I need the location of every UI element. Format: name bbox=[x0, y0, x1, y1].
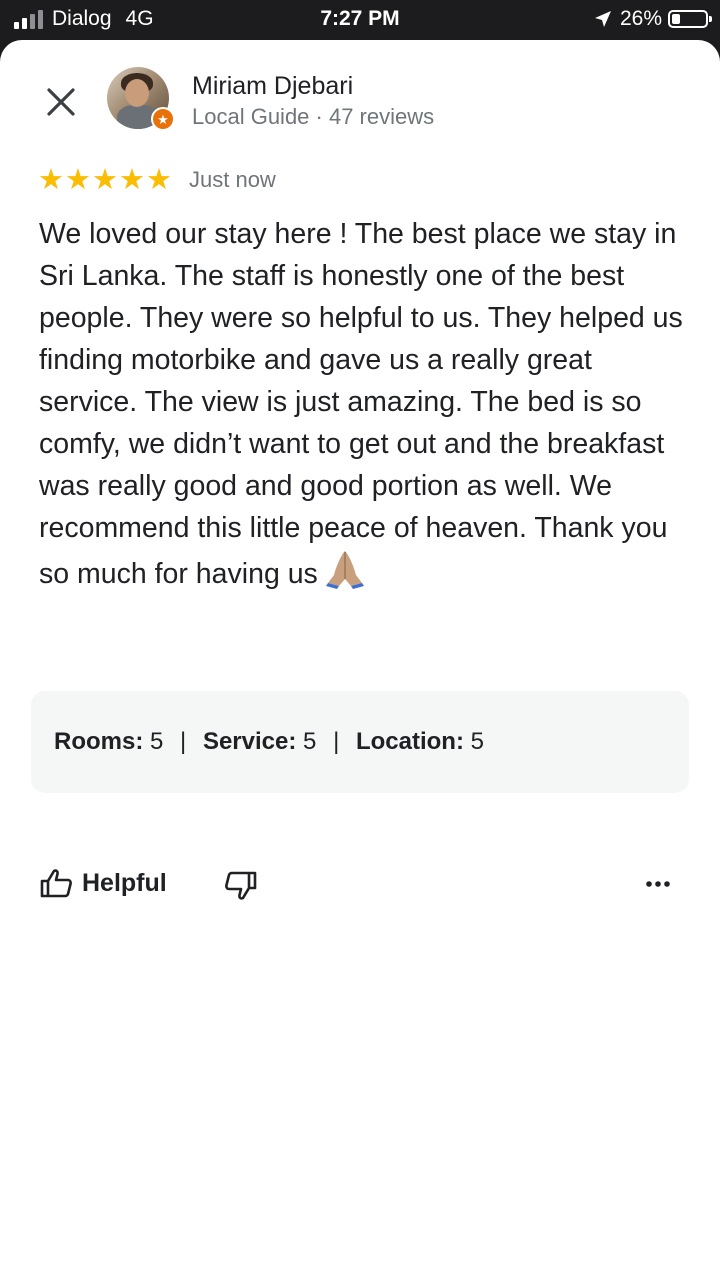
location-arrow-icon bbox=[594, 11, 611, 27]
author-avatar-button[interactable]: ★ bbox=[107, 67, 175, 131]
battery-percent: 26% bbox=[619, 7, 662, 30]
star-icon: ★ bbox=[65, 164, 91, 196]
rating-value-rooms: 5 bbox=[150, 728, 164, 755]
review-date: Just now bbox=[189, 167, 276, 192]
star-icon: ★ bbox=[119, 164, 145, 196]
rating-value-service: 5 bbox=[303, 728, 317, 755]
sub-ratings-panel: Rooms: 5 | Service: 5 | Location: 5 bbox=[31, 691, 689, 793]
close-icon bbox=[47, 88, 75, 116]
star-icon: ★ bbox=[38, 164, 64, 196]
review-body: We loved our stay here ! The best place … bbox=[39, 213, 689, 595]
divider: | bbox=[180, 728, 187, 755]
star-icon: ★ bbox=[146, 164, 172, 196]
review-sheet: ★ Miriam Djebari Local Guide · 47 review… bbox=[0, 40, 720, 1280]
rating-label-service: Service: bbox=[202, 728, 297, 755]
helpful-label: Helpful bbox=[82, 868, 167, 897]
close-button[interactable] bbox=[44, 85, 78, 119]
sub-ratings-line: Rooms: 5 | Service: 5 | Location: 5 bbox=[54, 728, 484, 756]
review-text: We loved our stay here ! The best place … bbox=[39, 218, 683, 590]
thumbs-up-icon bbox=[40, 869, 72, 898]
divider: | bbox=[333, 728, 340, 755]
helpful-button[interactable]: Helpful bbox=[40, 868, 167, 898]
local-guide-badge-icon: ★ bbox=[151, 107, 175, 131]
author-meta: Local Guide · 47 reviews bbox=[192, 104, 435, 129]
rating-label-rooms: Rooms: bbox=[54, 728, 144, 755]
folded-hands-icon bbox=[325, 551, 364, 589]
status-bar: Dialog 4G 7:27 PM 26% bbox=[0, 0, 720, 40]
more-horizontal-icon bbox=[646, 881, 670, 887]
status-right: 26% bbox=[594, 7, 712, 31]
more-options-button[interactable] bbox=[644, 874, 672, 894]
rating-value-location: 5 bbox=[470, 728, 484, 755]
star-rating: ★ ★ ★ ★ ★ bbox=[38, 165, 172, 195]
author-name[interactable]: Miriam Djebari bbox=[192, 72, 353, 101]
thumbs-down-icon bbox=[225, 871, 257, 900]
star-icon: ★ bbox=[92, 164, 118, 196]
not-helpful-button[interactable] bbox=[225, 871, 257, 906]
rating-label-location: Location: bbox=[355, 728, 464, 755]
battery-icon bbox=[668, 10, 712, 28]
